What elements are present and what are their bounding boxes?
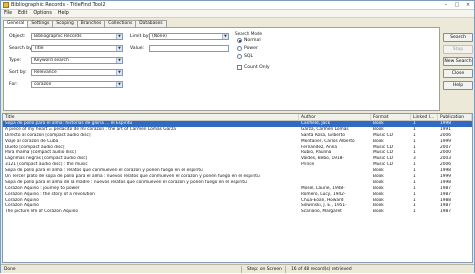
searchby-label: Search by: — [9, 46, 34, 51]
column-header-publication[interactable]: Publication — [438, 114, 472, 121]
value-label: Value: — [130, 46, 145, 51]
type-label: Type: — [9, 58, 22, 63]
mode-sql-radio[interactable]: SQL — [237, 54, 253, 59]
object-select[interactable]: Bibliographic Records ▼ — [31, 33, 123, 40]
table-rows: Sopa de pollo para el alma: historias de… — [3, 121, 472, 215]
chevron-down-icon: ▼ — [116, 82, 122, 87]
for-select[interactable]: corazon ▼ — [31, 81, 123, 88]
sortby-select[interactable]: Relevance ▼ — [31, 69, 123, 76]
mode-power-radio[interactable]: Power — [237, 46, 258, 51]
search-panel: General Settings Scoping Branches Collec… — [3, 20, 440, 111]
table-row[interactable]: The picture life of Corazon Aquino Scaria… — [3, 209, 472, 215]
menu-file[interactable]: File — [1, 11, 15, 16]
column-header-title[interactable]: Title — [3, 114, 299, 121]
column-header-linked[interactable]: Linked I... — [411, 114, 438, 121]
window-title: Bibliographic Records - TitleFind Tool2 — [11, 2, 106, 8]
title-bar: Bibliographic Records - TitleFind Tool2 … — [1, 1, 474, 10]
for-label: For: — [9, 82, 18, 87]
tab-collections[interactable]: Collections — [104, 20, 137, 27]
status-bar: Done Step: on Screen 16 of 48 record(s) … — [1, 264, 474, 273]
maximize-icon[interactable]: □ — [452, 2, 462, 9]
chevron-down-icon: ▼ — [116, 34, 122, 39]
menu-help[interactable]: Help — [55, 11, 72, 16]
menu-edit[interactable]: Edit — [15, 11, 30, 16]
limit-select[interactable]: (None) ▼ — [149, 33, 229, 40]
menu-options[interactable]: Options — [30, 11, 55, 16]
close-icon[interactable]: × — [463, 2, 473, 9]
search-button[interactable]: Search — [443, 33, 473, 42]
search-mode-label: Search Mode — [235, 31, 263, 36]
tab-databases[interactable]: Databases — [135, 20, 167, 27]
chevron-down-icon: ▼ — [222, 34, 228, 39]
close-button[interactable]: Close — [443, 69, 473, 78]
help-button[interactable]: Help — [443, 81, 473, 90]
cell-linked: 1 — [413, 209, 416, 215]
chevron-down-icon: ▼ — [116, 46, 122, 51]
sortby-label: Sort by: — [9, 70, 27, 75]
general-tab-body: Object: Bibliographic Records ▼ Limit by:… — [3, 27, 440, 111]
menu-bar: File Edit Options Help — [1, 10, 474, 18]
results-table: Title Author Format Linked I... Publicat… — [2, 113, 473, 263]
cell-title: The picture life of Corazon Aquino — [5, 209, 79, 215]
object-label: Object: — [9, 34, 26, 39]
radio-icon — [237, 46, 242, 51]
limit-label: Limit by: — [130, 34, 150, 39]
checkbox-icon — [237, 65, 242, 70]
column-header-format[interactable]: Format — [371, 114, 411, 121]
tab-settings[interactable]: Settings — [27, 20, 54, 27]
searchby-select[interactable]: Title ▼ — [31, 45, 123, 52]
minimize-icon[interactable]: – — [441, 2, 451, 9]
column-header-author[interactable]: Author — [299, 114, 371, 121]
radio-icon — [237, 38, 242, 43]
chevron-down-icon: ▼ — [116, 58, 122, 63]
stop-button[interactable]: Stop — [443, 45, 473, 54]
cell-publication: 1987 — [440, 209, 451, 215]
status-divider — [285, 266, 286, 273]
type-select[interactable]: Keyword search ▼ — [31, 57, 123, 64]
table-header: Title Author Format Linked I... Publicat… — [3, 114, 472, 121]
count-only-checkbox[interactable]: Count Only — [237, 65, 270, 70]
tab-scoping[interactable]: Scoping — [52, 20, 78, 27]
mode-normal-radio[interactable]: Normal — [237, 38, 261, 43]
tab-branches[interactable]: Branches — [76, 20, 106, 27]
status-divider — [241, 266, 242, 273]
tab-strip: General Settings Scoping Branches Collec… — [3, 20, 167, 28]
value-field[interactable] — [149, 45, 229, 52]
cell-author: Scariano, Margaret — [301, 209, 342, 215]
chevron-down-icon: ▼ — [116, 70, 122, 75]
cell-format: Book — [373, 209, 384, 215]
new-search-button[interactable]: New Search — [443, 57, 473, 66]
app-window: Bibliographic Records - TitleFind Tool2 … — [0, 0, 475, 273]
radio-icon — [237, 54, 242, 59]
app-icon — [3, 2, 9, 8]
